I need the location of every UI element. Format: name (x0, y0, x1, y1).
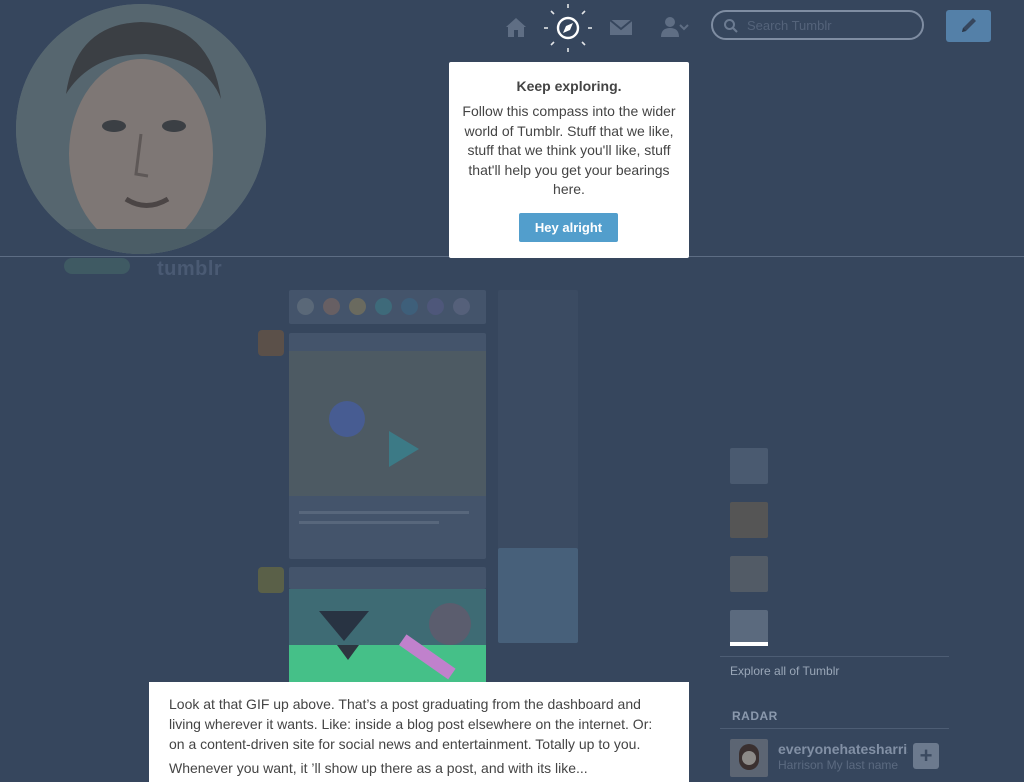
audio-post-icon[interactable] (427, 298, 444, 315)
compose-button[interactable] (946, 10, 991, 42)
radar-blog-subtitle: Harrison My last name (778, 758, 899, 772)
face-portrait-icon (16, 4, 266, 254)
link-post-icon[interactable] (375, 298, 392, 315)
profile-avatar (16, 4, 266, 254)
info-paragraph-continued: Whenever you want, it ’ll show up there … (169, 760, 588, 776)
post-notes (498, 290, 578, 550)
text-post-icon[interactable] (297, 298, 314, 315)
explore-all-link[interactable]: Explore all of Tumblr (730, 664, 839, 678)
radar-blog-name[interactable]: everyonehatesharrison (778, 741, 908, 757)
tooltip-title: Keep exploring. (516, 78, 622, 94)
search-placeholder: Search Tumblr (747, 18, 832, 33)
account-icon[interactable] (660, 14, 690, 40)
recommended-blog-avatar[interactable] (730, 448, 768, 484)
tooltip-body: Follow this compass into the wider world… (462, 103, 676, 197)
recommended-blog-avatar[interactable] (730, 502, 768, 538)
dashboard-post-header (289, 567, 486, 589)
tumblr-logo[interactable]: tumblr (157, 258, 222, 281)
search-icon (724, 19, 738, 33)
post-author-avatar[interactable] (258, 330, 284, 356)
notes-panel (498, 548, 578, 643)
radar-blog-avatar[interactable] (730, 739, 768, 777)
dashboard-post (289, 333, 486, 559)
recommended-blog-avatar[interactable] (730, 556, 768, 592)
photo-post-icon[interactable] (323, 298, 340, 315)
explore-tooltip: Keep exploring. Follow this compass into… (449, 62, 689, 258)
home-icon[interactable] (503, 14, 529, 40)
search-input[interactable]: Search Tumblr (711, 10, 924, 40)
sidebar-divider (720, 656, 949, 657)
pencil-icon (962, 18, 976, 32)
recommended-blog-avatar[interactable] (730, 610, 768, 646)
explore-compass-button[interactable] (542, 2, 594, 54)
gif-green-band (289, 634, 486, 685)
hey-alright-button[interactable]: Hey alright (519, 213, 618, 242)
compass-icon (544, 4, 592, 52)
post-image (289, 351, 486, 496)
radar-heading: RADAR (732, 709, 778, 723)
post-author-avatar[interactable] (258, 567, 284, 593)
sidebar-divider (720, 728, 949, 729)
follow-plus-icon[interactable]: + (913, 743, 939, 769)
post-type-bar (289, 290, 486, 324)
chat-post-icon[interactable] (401, 298, 418, 315)
logo-badge (64, 258, 130, 274)
video-post-icon[interactable] (453, 298, 470, 315)
onboarding-info-panel: Look at that GIF up above. That’s a post… (149, 682, 689, 782)
quote-post-icon[interactable] (349, 298, 366, 315)
info-paragraph: Look at that GIF up above. That’s a post… (169, 696, 653, 752)
mail-icon[interactable] (608, 14, 634, 40)
